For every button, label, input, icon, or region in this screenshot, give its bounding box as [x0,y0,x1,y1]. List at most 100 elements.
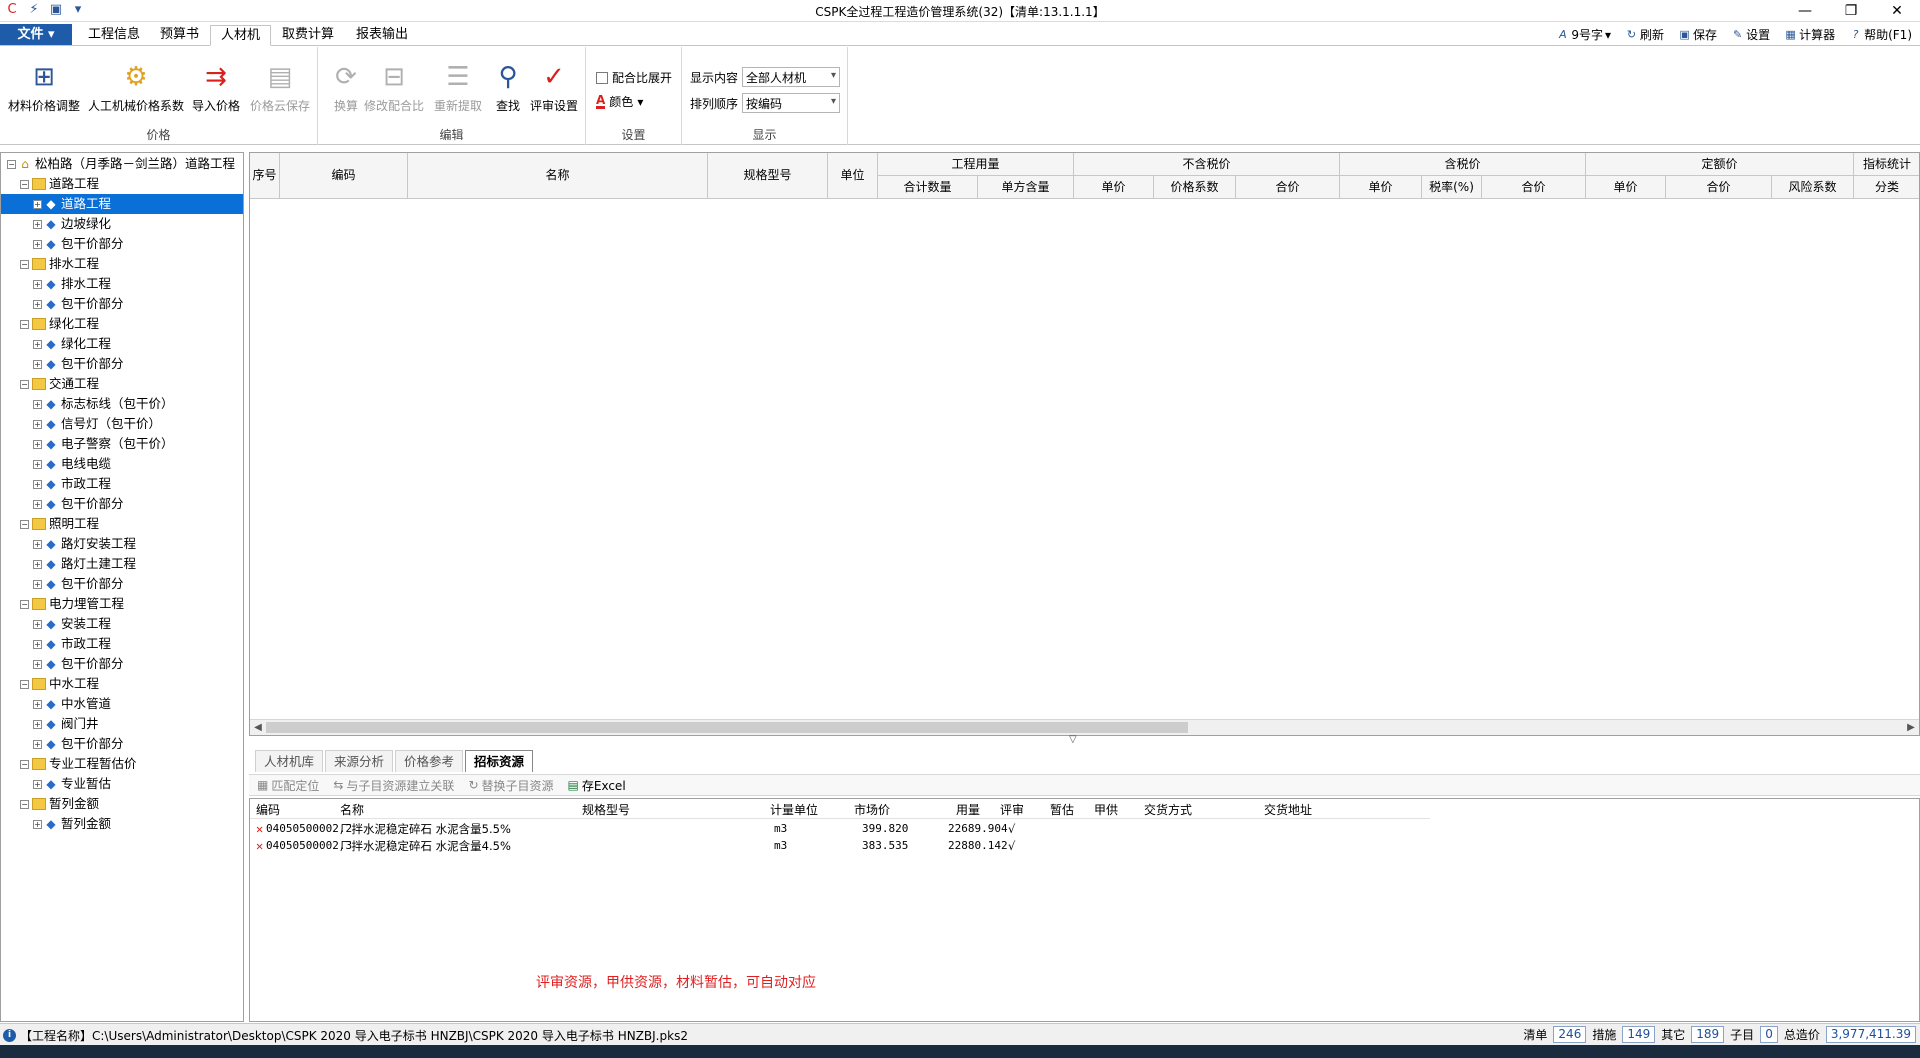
help-button[interactable]: ? 帮助(F1) [1849,26,1912,43]
expand-icon[interactable]: + [33,539,42,549]
scroll-left-icon[interactable]: ◀ [250,720,266,735]
tree-item[interactable]: + ◆ 市政工程 [33,634,111,654]
col-usage-total[interactable]: 合计数量 [878,176,978,199]
expand-icon[interactable]: + [33,399,42,409]
col-taxed-total[interactable]: 合价 [1482,176,1586,199]
col-tax-rate[interactable]: 税率(%) [1422,176,1482,199]
tree-item[interactable]: + ◆ 排水工程 [33,274,111,294]
col-review[interactable]: 评审 [1000,801,1024,819]
expand-icon[interactable]: + [33,559,42,569]
col-code[interactable]: 编码 [280,153,408,199]
collapse-icon[interactable]: − [20,179,29,189]
expand-icon[interactable]: + [33,659,42,669]
tree-root[interactable]: − ⌂ 松柏路（月季路－剑兰路）道路工程 [7,154,235,174]
save-excel-button[interactable]: ▤ 存Excel [568,777,626,794]
table-row[interactable]: ✕ 04050500002.2 厂拌水泥稳定碎石 水泥含量5.5% m3 399.820… [250,821,1430,837]
sort-order-select[interactable]: 按编码 [742,93,841,113]
col-name[interactable]: 名称 [408,153,708,199]
tree-item[interactable]: + ◆ 市政工程 [33,474,111,494]
cloud-save-price-button[interactable]: ▤ 价格云保存 [250,61,310,114]
col-quota-total[interactable]: 合价 [1666,176,1772,199]
tab-fee-calc[interactable]: 取费计算 [272,25,344,46]
tree-item[interactable]: + ◆ 绿化工程 [33,334,111,354]
col-quota-price[interactable]: 单价 [1586,176,1666,199]
col-name[interactable]: 名称 [340,801,364,819]
tab-source-analysis[interactable]: 来源分析 [325,750,394,772]
tree-item[interactable]: + ◆ 包干价部分 [33,574,124,594]
expand-icon[interactable]: + [33,199,42,209]
tree-folder[interactable]: − 电力埋管工程 [20,594,124,614]
collapse-icon[interactable]: − [7,159,16,169]
tree-item[interactable]: + ◆ 包干价部分 [33,494,124,514]
save-button[interactable]: ▣ 保存 [1678,26,1717,43]
expand-icon[interactable]: + [33,219,42,229]
tree-item[interactable]: + ◆ 暂列金额 [33,814,111,834]
col-estimate[interactable]: 暂估 [1050,801,1074,819]
col-quantity[interactable]: 用量 [956,801,980,819]
tree-item[interactable]: + ◆ 电线电缆 [33,454,111,474]
col-delivery-address[interactable]: 交货地址 [1264,801,1312,819]
modify-ratio-button[interactable]: ⊟ 修改配合比 [364,61,424,114]
calculator-button[interactable]: ▦ 计算器 [1784,26,1835,43]
expand-icon[interactable]: + [33,739,42,749]
col-pretax-coef[interactable]: 价格系数 [1154,176,1236,199]
tree-item[interactable]: + ◆ 边坡绿化 [33,214,111,234]
expand-ratio-checkbox[interactable]: 配合比展开 [596,69,672,86]
col-category[interactable]: 分类 [1854,176,1919,199]
tree-item[interactable]: + ◆ 道路工程 [1,194,243,214]
expand-icon[interactable]: + [33,499,42,509]
col-code[interactable]: 编码 [256,801,280,819]
tree-item[interactable]: + ◆ 中水管道 [33,694,111,714]
tab-material-library[interactable]: 人材机库 [255,750,324,772]
expand-icon[interactable]: + [33,419,42,429]
col-market-price[interactable]: 市场价 [854,801,890,819]
tree-item[interactable]: + ◆ 信号灯（包干价） [33,414,161,434]
tree-item[interactable]: + ◆ 包干价部分 [33,234,124,254]
table-row[interactable]: ✕ 04050500002.3 厂拌水泥稳定碎石 水泥含量4.5% m3 383.535… [250,838,1430,854]
collapse-arrow-icon[interactable]: ▽ [1069,734,1077,745]
tree-item[interactable]: + ◆ 包干价部分 [33,734,124,754]
expand-icon[interactable]: + [33,439,42,449]
col-delivery-method[interactable]: 交货方式 [1144,801,1192,819]
expand-icon[interactable]: + [33,279,42,289]
expand-icon[interactable]: + [33,779,42,789]
display-content-select[interactable]: 全部人材机 [742,67,841,87]
col-seq[interactable]: 序号 [250,153,280,199]
col-unit[interactable]: 计量单位 [770,801,818,819]
col-owner-supply[interactable]: 甲供 [1094,801,1118,819]
tab-project-info[interactable]: 工程信息 [78,25,150,46]
col-risk-coef[interactable]: 风险系数 [1772,176,1854,199]
tree-folder[interactable]: − 中水工程 [20,674,99,694]
collapse-icon[interactable]: − [20,259,29,269]
expand-icon[interactable]: + [33,359,42,369]
scroll-thumb[interactable] [266,722,1188,733]
tree-folder[interactable]: − 排水工程 [20,254,99,274]
link-subitem-button[interactable]: ⇆ 与子目资源建立关联 [333,777,454,794]
collapse-icon[interactable]: − [20,599,29,609]
tree-item[interactable]: + ◆ 包干价部分 [33,654,124,674]
tab-price-reference[interactable]: 价格参考 [395,750,464,772]
file-menu-button[interactable]: 文件 ▾ [0,24,72,45]
tree-folder[interactable]: − 照明工程 [20,514,99,534]
expand-icon[interactable]: + [33,579,42,589]
collapse-icon[interactable]: − [20,379,29,389]
refresh-button[interactable]: ↻ 刷新 [1625,26,1664,43]
expand-icon[interactable]: + [33,479,42,489]
collapse-icon[interactable]: − [20,799,29,809]
tab-report-output[interactable]: 报表输出 [346,25,418,46]
material-price-adjust-button[interactable]: ⊞ 材料价格调整 [8,61,80,114]
expand-icon[interactable]: + [33,299,42,309]
col-pretax-total[interactable]: 合价 [1236,176,1340,199]
tree-item[interactable]: + ◆ 标志标线（包干价） [33,394,174,414]
collapse-icon[interactable]: − [20,679,29,689]
replace-subitem-button[interactable]: ↻ 替换子目资源 [468,777,553,794]
col-pretax-price[interactable]: 单价 [1074,176,1154,199]
tree-folder[interactable]: − 绿化工程 [20,314,99,334]
collapse-icon[interactable]: − [20,759,29,769]
collapse-icon[interactable]: − [20,319,29,329]
close-button[interactable]: ✕ [1874,0,1920,22]
tree-item[interactable]: + ◆ 路灯安装工程 [33,534,136,554]
expand-icon[interactable]: + [33,819,42,829]
scroll-right-icon[interactable]: ▶ [1903,720,1919,735]
import-price-button[interactable]: ⇉ 导入价格 [192,61,240,114]
